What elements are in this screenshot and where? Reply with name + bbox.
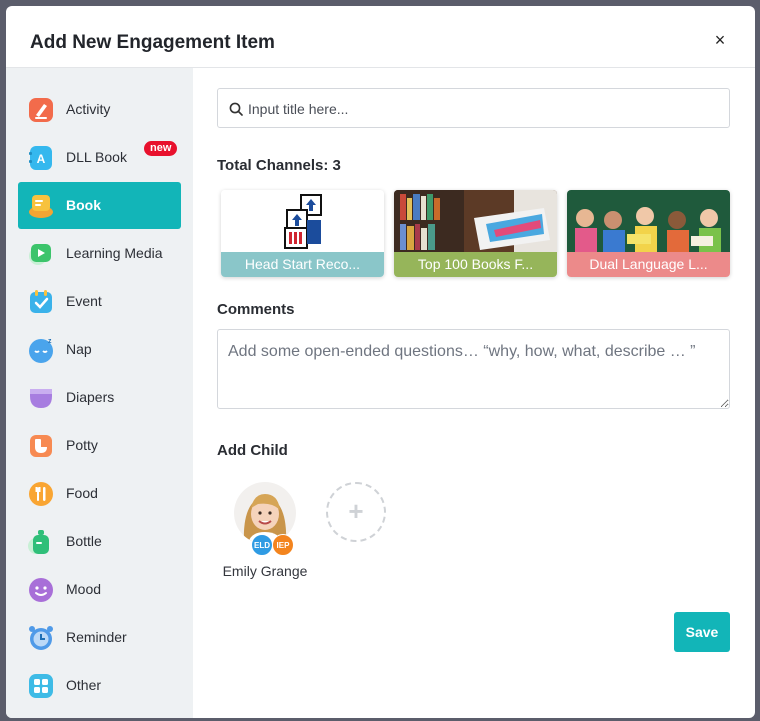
diapers-icon [30, 389, 52, 408]
sidebar-item-label: Mood [66, 581, 102, 597]
save-button[interactable]: Save [674, 612, 730, 652]
search-box [217, 88, 730, 128]
channel-card[interactable]: Dual Language L... [567, 190, 730, 277]
plus-icon: + [348, 496, 364, 526]
search-icon [229, 102, 243, 116]
modal-header: Add New Engagement Item × [6, 6, 755, 68]
child-name: Emily Grange [222, 563, 308, 579]
channel-caption: Top 100 Books F... [394, 252, 557, 277]
sidebar-item-label: Learning Media [66, 245, 163, 261]
channel-caption: Dual Language L... [567, 252, 730, 277]
book-icon [29, 195, 53, 218]
sidebar-item-food[interactable]: Food [18, 470, 181, 517]
channel-caption: Head Start Reco... [221, 252, 384, 277]
add-child-label: Add Child [217, 442, 288, 459]
new-badge: new [144, 141, 178, 156]
sidebar: Activity A DLL Book new Book Learning Me… [6, 68, 193, 718]
nap-icon: z [29, 338, 53, 363]
event-icon [30, 290, 52, 313]
sidebar-item-learning-media[interactable]: Learning Media [18, 230, 181, 277]
sidebar-item-nap[interactable]: z Nap [18, 326, 181, 373]
sidebar-item-event[interactable]: Event [18, 278, 181, 325]
sidebar-item-other[interactable]: Other [18, 662, 181, 709]
bottle-icon [28, 530, 49, 554]
svg-text:A: A [37, 152, 46, 166]
sidebar-item-book[interactable]: Book [18, 182, 181, 229]
eld-tag: ELD [251, 534, 273, 556]
sidebar-item-label: DLL Book [66, 149, 127, 165]
close-button[interactable]: × [711, 31, 729, 49]
potty-icon [30, 435, 52, 457]
sidebar-item-diapers[interactable]: Diapers [18, 374, 181, 421]
sidebar-item-activity[interactable]: Activity [18, 86, 181, 133]
reminder-icon [29, 626, 53, 650]
child-chip[interactable]: ELD IEP Emily Grange [217, 482, 313, 582]
comments-textarea[interactable] [217, 329, 730, 409]
sidebar-item-label: Diapers [66, 389, 115, 405]
main-content: Total Channels: 3 Head Start Reco... [193, 68, 755, 718]
learning-media-icon [29, 244, 51, 265]
other-icon [29, 674, 53, 698]
sidebar-item-label: Book [66, 197, 101, 213]
sidebar-item-label: Other [66, 677, 102, 693]
comments-label: Comments [217, 301, 295, 318]
channel-card[interactable]: Head Start Reco... [221, 190, 384, 277]
sidebar-item-label: Event [66, 293, 102, 309]
dll-book-icon: A [29, 146, 52, 170]
sidebar-item-potty[interactable]: Potty [18, 422, 181, 469]
sidebar-item-label: Potty [66, 437, 98, 453]
sidebar-item-reminder[interactable]: Reminder [18, 614, 181, 661]
channel-image-blocks [221, 190, 384, 252]
channel-image-children-reading [567, 190, 730, 252]
activity-icon [29, 98, 53, 122]
iep-tag: IEP [272, 534, 294, 556]
svg-text:z: z [48, 338, 52, 345]
sidebar-item-label: Activity [66, 101, 111, 117]
modal-title: Add New Engagement Item [30, 32, 275, 53]
add-child-button[interactable]: + [326, 482, 386, 542]
sidebar-item-bottle[interactable]: Bottle [18, 518, 181, 565]
title-input[interactable] [248, 98, 718, 120]
channel-card[interactable]: Top 100 Books F... [394, 190, 557, 277]
sidebar-item-label: Food [66, 485, 98, 501]
food-icon [29, 482, 53, 506]
sidebar-item-label: Bottle [66, 533, 102, 549]
sidebar-item-label: Nap [66, 341, 92, 357]
sidebar-item-mood[interactable]: Mood [18, 566, 181, 613]
channel-image-bookshelf [394, 190, 557, 252]
mood-icon [29, 578, 53, 602]
engagement-item-modal: Add New Engagement Item × Activity A DLL… [6, 6, 755, 718]
sidebar-item-label: Reminder [66, 629, 127, 645]
sidebar-item-dll-book[interactable]: A DLL Book new [18, 134, 181, 181]
total-channels-label: Total Channels: 3 [217, 157, 341, 174]
